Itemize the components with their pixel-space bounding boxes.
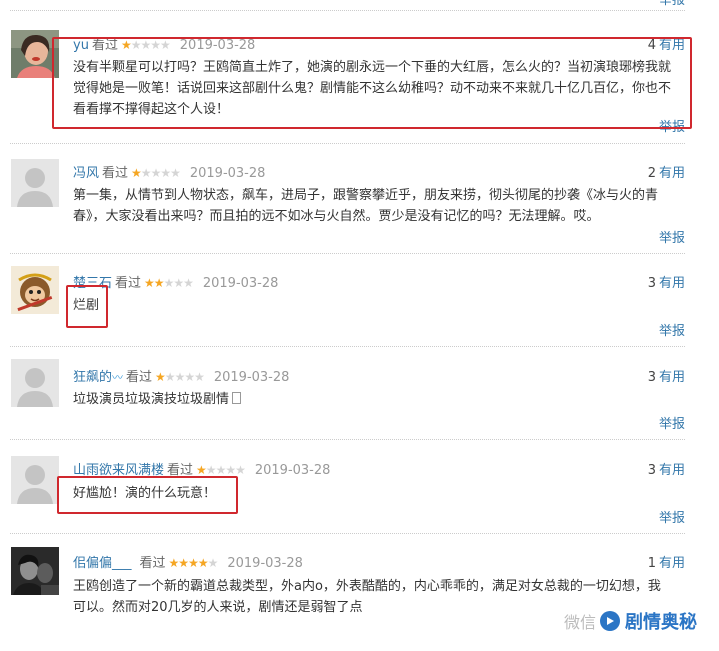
star-filled-icon: ★ (131, 166, 142, 180)
comment-date: 2019-03-28 (202, 276, 279, 291)
username-link[interactable]: 狂飙的 (73, 370, 112, 385)
useful-vote[interactable]: 3 有用 (648, 459, 685, 478)
divider (10, 10, 685, 11)
comment-text: 垃圾演员垃圾演技垃圾剧情 (73, 389, 673, 410)
comment-text: 烂剧 (73, 298, 100, 313)
star-filled-icon: ★ (155, 370, 166, 384)
dark-photo-avatar[interactable] (11, 547, 59, 595)
useful-label[interactable]: 有用 (659, 370, 685, 385)
comment-date: 2019-03-28 (254, 463, 331, 478)
useful-vote[interactable]: 1 有用 (648, 552, 685, 571)
star-filled-icon: ★ (178, 556, 189, 570)
username-link[interactable]: 冯风 (73, 166, 99, 181)
star-empty-icon: ★ (140, 166, 152, 180)
wave-emoji-icon: 〰 (112, 371, 124, 384)
watched-label: 看过 (115, 276, 142, 291)
useful-label[interactable]: 有用 (659, 166, 685, 181)
default-user-avatar[interactable] (11, 159, 59, 207)
rating-stars: ★★★★★ (144, 276, 194, 290)
star-empty-icon: ★ (235, 463, 246, 477)
star-empty-icon: ★ (207, 556, 219, 570)
comment-date: 2019-03-28 (189, 166, 266, 181)
default-user-avatar[interactable] (11, 359, 59, 407)
comment-list: 举报 yu 看过 ★★★★★ 2019-03-28 4 有用 没有半颗星可以打吗？王鸥简… (0, 0, 719, 651)
star-filled-icon: ★ (197, 556, 209, 570)
play-icon (600, 611, 620, 631)
highlight-box (52, 37, 692, 129)
highlight-box (66, 285, 108, 328)
useful-count: 1 (647, 556, 656, 571)
highlight-box (57, 476, 238, 514)
star-empty-icon: ★ (183, 276, 194, 290)
star-filled-icon: ★ (153, 276, 165, 290)
report-link[interactable]: 举报 (659, 413, 685, 432)
star-empty-icon: ★ (150, 166, 162, 180)
watermark-brand: 剧情奥秘 (625, 612, 697, 633)
star-empty-icon: ★ (215, 463, 227, 477)
comment-meta: 佀偏偏___ 看过 ★★★★★ 2019-03-28 (73, 552, 303, 571)
comment-date: 2019-03-28 (227, 556, 303, 571)
star-empty-icon: ★ (164, 370, 176, 384)
default-user-avatar[interactable] (11, 456, 59, 504)
divider (10, 346, 685, 347)
report-link[interactable]: 举报 (659, 227, 685, 246)
monkey-king-avatar[interactable] (11, 266, 59, 314)
report-link[interactable]: 举报 (659, 0, 685, 8)
comment-date: 2019-03-28 (213, 370, 290, 385)
useful-count: 3 (647, 370, 656, 385)
useful-label[interactable]: 有用 (659, 276, 685, 291)
useful-label[interactable]: 有用 (659, 463, 685, 478)
useful-vote[interactable]: 2 有用 (648, 162, 685, 181)
divider (10, 253, 685, 254)
rating-stars: ★★★★★ (196, 463, 246, 477)
useful-label[interactable]: 有用 (659, 556, 685, 571)
comment-meta: 冯风 看过 ★★★★★ 2019-03-28 (73, 162, 265, 181)
watermark-prefix: 微信 (563, 613, 596, 632)
report-link[interactable]: 举报 (659, 320, 685, 339)
divider (10, 143, 685, 144)
star-empty-icon: ★ (173, 276, 184, 290)
username-link[interactable]: 佀偏偏___ (73, 556, 132, 571)
divider (10, 533, 685, 534)
useful-vote[interactable]: 3 有用 (648, 272, 685, 291)
rating-stars: ★★★★★ (131, 166, 181, 180)
comment-text: 第一集，从情节到人物状态，飙车，进局子，跟警察攀近乎，朋友来捞，彻头彻尾的抄袭《… (73, 188, 659, 224)
star-filled-icon: ★ (168, 556, 180, 570)
star-filled-icon: ★ (196, 463, 207, 477)
useful-count: 3 (647, 463, 656, 478)
watermark: 微信 剧情奥秘 (564, 608, 697, 634)
watched-label: 看过 (126, 370, 153, 385)
placeholder-glyph-icon (232, 392, 242, 404)
star-empty-icon: ★ (170, 166, 181, 180)
useful-count: 2 (647, 166, 656, 181)
star-empty-icon: ★ (225, 463, 236, 477)
watched-label: 看过 (139, 556, 166, 571)
star-empty-icon: ★ (174, 370, 186, 384)
star-empty-icon: ★ (160, 166, 171, 180)
star-empty-icon: ★ (163, 276, 175, 290)
star-filled-icon: ★ (144, 276, 155, 290)
report-link[interactable]: 举报 (659, 507, 685, 526)
rating-stars: ★★★★★ (155, 370, 205, 384)
divider (10, 439, 685, 440)
watched-label: 看过 (102, 166, 129, 181)
star-empty-icon: ★ (194, 370, 205, 384)
star-empty-icon: ★ (205, 463, 217, 477)
rating-stars: ★★★★★ (168, 556, 219, 570)
useful-vote[interactable]: 3 有用 (648, 366, 685, 385)
star-empty-icon: ★ (184, 370, 195, 384)
comment-meta: 狂飙的〰 看过 ★★★★★ 2019-03-28 (73, 366, 289, 385)
star-filled-icon: ★ (188, 556, 199, 570)
comment-text-content: 垃圾演员垃圾演技垃圾剧情 (73, 392, 230, 407)
useful-count: 3 (647, 276, 656, 291)
